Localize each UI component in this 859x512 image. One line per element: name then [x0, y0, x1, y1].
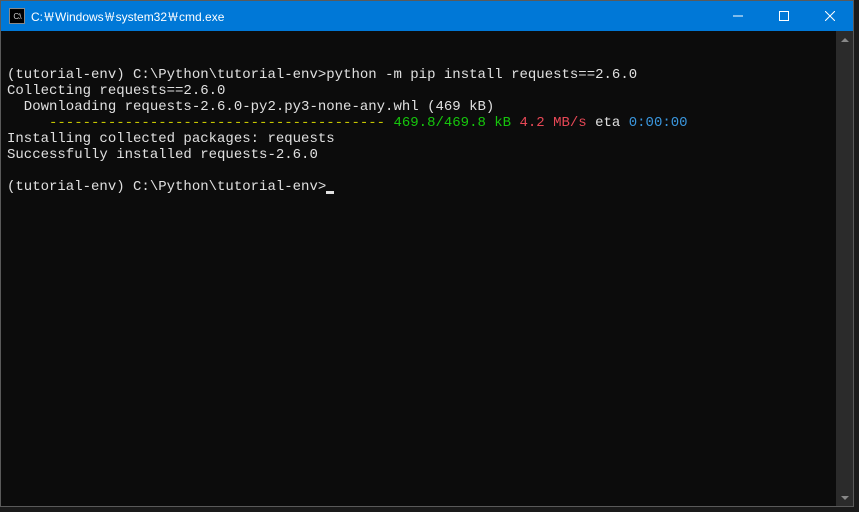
cursor [326, 191, 334, 194]
prompt: (tutorial-env) C:\Python\tutorial-env> [7, 67, 326, 83]
titlebar[interactable]: C:\ C:￦Windows￦system32￦cmd.exe [1, 1, 853, 31]
output-line: Downloading requests-2.6.0-py2.py3-none-… [7, 99, 830, 115]
close-button[interactable] [807, 1, 853, 31]
scrollbar[interactable] [836, 31, 853, 506]
command-text: python -m pip install requests==2.6.0 [326, 67, 637, 83]
output-line: Collecting requests==2.6.0 [7, 83, 830, 99]
eta-value: 0:00:00 [629, 115, 688, 131]
scrollbar-track[interactable] [836, 48, 853, 489]
output-line: Successfully installed requests-2.6.0 [7, 147, 830, 163]
progress-bar: ---------------------------------------- [7, 115, 393, 131]
download-size: 469.8/469.8 kB [393, 115, 511, 131]
scrollbar-down-arrow[interactable] [836, 489, 853, 506]
cmd-icon: C:\ [9, 8, 25, 24]
maximize-icon [779, 11, 789, 21]
window-title: C:￦Windows￦system32￦cmd.exe [31, 8, 715, 25]
download-speed: 4.2 MB/s [511, 115, 587, 131]
scrollbar-up-arrow[interactable] [836, 31, 853, 48]
minimize-button[interactable] [715, 1, 761, 31]
prompt: (tutorial-env) C:\Python\tutorial-env> [7, 179, 326, 195]
chevron-down-icon [841, 496, 849, 500]
maximize-button[interactable] [761, 1, 807, 31]
eta-label: eta [587, 115, 629, 131]
window-controls [715, 1, 853, 31]
close-icon [825, 11, 835, 21]
terminal-area: (tutorial-env) C:\Python\tutorial-env>py… [1, 31, 853, 506]
cmd-window: C:\ C:￦Windows￦system32￦cmd.exe (tutoria… [0, 0, 854, 507]
terminal[interactable]: (tutorial-env) C:\Python\tutorial-env>py… [1, 31, 836, 506]
output-line: Installing collected packages: requests [7, 131, 830, 147]
minimize-icon [733, 11, 743, 21]
chevron-up-icon [841, 38, 849, 42]
